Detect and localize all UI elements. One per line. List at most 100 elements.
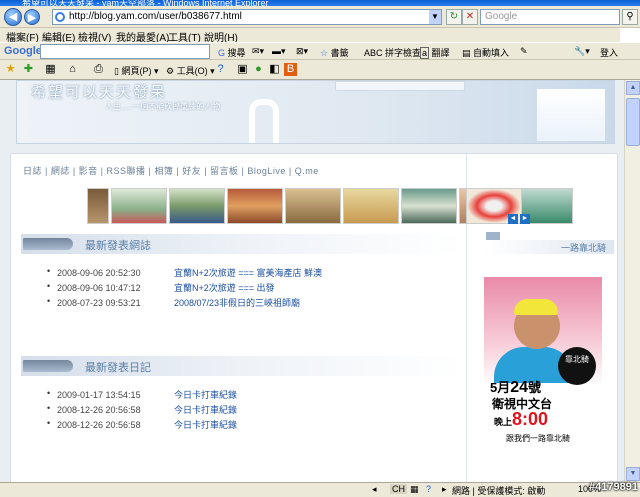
forward-button[interactable]: ▶ xyxy=(24,9,40,25)
stop-icon[interactable]: ✕ xyxy=(462,9,478,25)
scrollbar-thumb[interactable] xyxy=(626,98,640,146)
address-dropdown-icon[interactable]: ▼ xyxy=(429,10,441,24)
ad-date-suffix: 號 xyxy=(528,380,542,395)
gallery-thumb[interactable] xyxy=(401,188,457,224)
google-search-button[interactable]: G 搜尋 xyxy=(218,46,246,59)
banner-window-image xyxy=(537,89,605,141)
list-item: 2008-12-26 20:56:58 今日卡打車紀錄 xyxy=(47,418,461,433)
image-watermark: #4179891 xyxy=(589,481,638,493)
post-link[interactable]: 2008/07/23非假日的三峽祖師廟 xyxy=(174,298,300,308)
ie-page-icon xyxy=(55,12,65,22)
banner-table-image xyxy=(335,81,465,91)
home-icon[interactable]: ⌂ xyxy=(66,63,79,76)
translate-button[interactable]: a 翻譯 xyxy=(420,46,450,59)
blog-subtitle: 人生.....一個不能砍掉重練的人物 xyxy=(105,102,221,111)
ad-time-value: 8:00 xyxy=(512,409,549,429)
page-rank-icon[interactable]: ▬▾ xyxy=(272,46,286,57)
recent-diary-title: 最新發表日記 xyxy=(85,362,151,374)
addon-icon[interactable]: ◧ xyxy=(268,63,281,76)
bookmarks-button[interactable]: ☆ 書籤 xyxy=(320,46,349,59)
list-item: 2008-07-23 09:53:21 2008/07/23非假日的三峽祖師廟 xyxy=(47,296,461,311)
recent-diary-list: 2009-01-17 13:54:15 今日卡打車紀錄 2008-12-26 20… xyxy=(21,388,461,433)
autofill-icon: ▤ xyxy=(462,48,471,58)
post-link[interactable]: 宜蘭N+2次旅遊 === 出發 xyxy=(174,283,275,293)
blog-this-icon[interactable]: B xyxy=(284,63,297,76)
add-favorite-icon[interactable]: ✚ xyxy=(22,63,35,76)
address-toolbar: ◀ ▶ http://blog.yam.com/user/b038677.htm… xyxy=(0,6,640,28)
address-input[interactable]: http://blog.yam.com/user/b038677.html ▼ xyxy=(52,9,442,25)
blog-nav-links[interactable]: 日誌 | 網誌 | 影音 | RSS聯播 | 相簿 | 好友 | 留言板 | B… xyxy=(23,164,319,177)
scroll-down-icon[interactable]: ▼ xyxy=(626,467,640,481)
diary-link[interactable]: 今日卡打車紀錄 xyxy=(174,420,237,430)
search-icon[interactable]: ⚲ xyxy=(622,9,638,25)
page-menu-label: 網頁(P) xyxy=(121,66,152,76)
gallery-prev-icon[interactable]: ◄ xyxy=(508,214,518,224)
print-icon[interactable]: ⎙ xyxy=(92,63,105,76)
tools-menu[interactable]: ⚙ 工具(O) ▾ xyxy=(166,64,215,77)
back-button[interactable]: ◀ xyxy=(4,8,22,26)
scroll-up-icon[interactable]: ▲ xyxy=(626,81,640,95)
tab-list-icon[interactable]: ▦ xyxy=(44,63,57,76)
research-icon[interactable]: ▣ xyxy=(236,63,249,76)
banner-chair-image xyxy=(249,99,279,143)
diary-date: 2009-01-17 13:54:15 xyxy=(57,390,141,400)
page-icon: ▯ xyxy=(114,66,119,76)
settings-icon[interactable]: 🔧▾ xyxy=(574,46,590,57)
ad-date: 5月24號 xyxy=(490,377,541,397)
ime-indicator[interactable]: CH xyxy=(390,484,407,494)
diary-date: 2008-12-26 20:56:58 xyxy=(57,420,141,430)
recent-posts-section: 最新發表網誌 2008-09-06 20:52:30 宜蘭N+2次旅遊 === 富… xyxy=(21,234,461,311)
post-date: 2008-07-23 09:53:21 xyxy=(57,298,141,308)
signin-label: 登入 xyxy=(600,48,619,58)
blog-banner: 希望可以天天發呆 人生.....一個不能砍掉重練的人物 xyxy=(16,80,615,144)
page-menu[interactable]: ▯ 網頁(P) ▾ xyxy=(114,64,159,77)
sidebar: ◄ ► 一路靠北騎 靠北騎 5月24號 衛視中文台 晚上8:00 跟我們一路靠北… xyxy=(466,154,619,482)
gallery-thumb[interactable] xyxy=(227,188,283,224)
ime-options-icon[interactable]: ▸ xyxy=(442,484,447,495)
gallery-thumb[interactable] xyxy=(111,188,167,224)
post-link[interactable]: 宜蘭N+2次旅遊 === 富美海產店 鮮澳 xyxy=(174,268,322,278)
command-bar: ★ ✚ ▦ ⌂ ⎙ ▯ 網頁(P) ▾ ⚙ 工具(O) ▾ ? ▣ ● ◧ B xyxy=(0,60,640,80)
messenger-icon[interactable]: ● xyxy=(252,63,265,76)
keyboard-icon[interactable]: ▦ xyxy=(410,484,419,495)
recent-posts-title: 最新發表網誌 xyxy=(85,240,151,252)
list-item: 2008-09-06 10:47:12 宜蘭N+2次旅遊 === 出發 xyxy=(47,281,461,296)
gallery-next-icon[interactable]: ► xyxy=(520,214,530,224)
ime-help-icon[interactable]: ? xyxy=(426,484,431,494)
list-item: 2008-12-26 20:56:58 今日卡打車紀錄 xyxy=(47,403,461,418)
gear-icon: ⚙ xyxy=(166,66,175,76)
highlighter-icon[interactable]: ✎ xyxy=(520,46,528,57)
google-search-label: 搜尋 xyxy=(227,48,246,58)
recent-posts-list: 2008-09-06 20:52:30 宜蘭N+2次旅遊 === 富美海產店 鮮澳… xyxy=(21,266,461,311)
gallery-thumb[interactable] xyxy=(285,188,341,224)
translate-label: 翻譯 xyxy=(431,48,450,58)
diary-link[interactable]: 今日卡打車紀錄 xyxy=(174,390,237,400)
diary-date: 2008-12-26 20:56:58 xyxy=(57,405,141,415)
vertical-scrollbar[interactable]: ▲ ▼ xyxy=(624,80,640,482)
favorites-star-icon[interactable]: ★ xyxy=(4,63,17,76)
list-item: 2008-09-06 20:52:30 宜蘭N+2次旅遊 === 富美海產店 鮮澳 xyxy=(47,266,461,281)
recent-posts-header: 最新發表網誌 xyxy=(21,234,461,254)
windows-logo-icon xyxy=(620,28,640,42)
search-input[interactable]: Google xyxy=(480,9,620,25)
post-date: 2008-09-06 10:47:12 xyxy=(57,283,141,293)
bookmarks-label: 書籤 xyxy=(330,48,349,58)
gallery-thumb[interactable] xyxy=(169,188,225,224)
status-bar: ◂ CH ▦ ? ▸ 網路 | 受保護模式: 啟動 100% xyxy=(0,482,640,497)
help-icon[interactable]: ? xyxy=(214,63,227,76)
spellcheck-button[interactable]: ABC 拼字檢查 xyxy=(364,46,421,59)
recent-diary-section: 最新發表日記 2009-01-17 13:54:15 今日卡打車紀錄 2008-1… xyxy=(21,356,461,433)
diary-link[interactable]: 今日卡打車紀錄 xyxy=(174,405,237,415)
sign-in-button[interactable]: 登入 xyxy=(600,46,618,59)
gallery-thumb[interactable] xyxy=(87,188,109,224)
list-item: 2009-01-17 13:54:15 今日卡打車紀錄 xyxy=(47,388,461,403)
popup-blocker-icon[interactable]: ⊠▾ xyxy=(296,46,308,57)
blog-page: 日誌 | 網誌 | 影音 | RSS聯播 | 相簿 | 好友 | 留言板 | B… xyxy=(10,153,618,482)
gallery-thumb[interactable] xyxy=(343,188,399,224)
recent-diary-header: 最新發表日記 xyxy=(21,356,461,376)
autofill-button[interactable]: ▤ 自動填入 xyxy=(462,46,509,59)
google-search-field[interactable] xyxy=(40,44,210,59)
email-icon[interactable]: ✉▾ xyxy=(252,46,264,57)
tv-show-ad[interactable]: 靠北騎 5月24號 衛視中文台 晚上8:00 跟我們一路靠北騎 xyxy=(484,277,602,457)
refresh-icon[interactable]: ↻ xyxy=(446,9,462,25)
